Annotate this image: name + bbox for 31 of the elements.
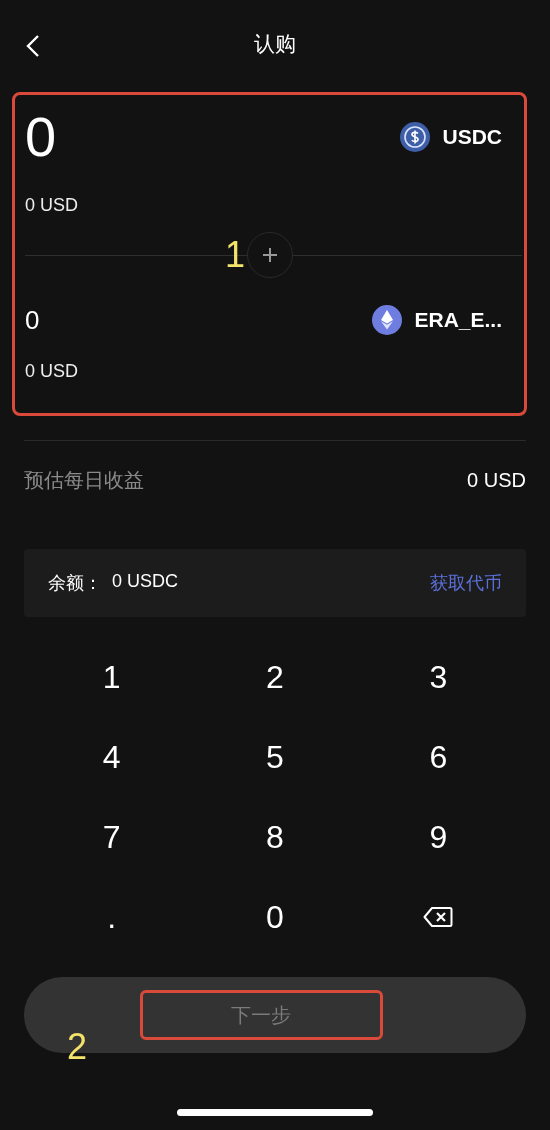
keypad-key[interactable]: 4 xyxy=(66,717,157,797)
balance-value: 0 USDC xyxy=(112,571,178,593)
balance-label: 余额： xyxy=(48,572,102,595)
usd-value: 0 USD xyxy=(25,195,79,216)
diamond-coin-icon xyxy=(372,305,403,335)
page-title: 认购 xyxy=(254,31,296,57)
backspace-icon xyxy=(423,906,454,928)
keypad-key[interactable]: 5 xyxy=(230,717,320,797)
keypad-key[interactable]: 9 xyxy=(393,797,484,877)
keypad-key[interactable]: 2 xyxy=(230,637,320,717)
keypad-key[interactable]: 8 xyxy=(230,797,320,877)
estimate-label: 预估每日收益 xyxy=(24,467,144,493)
amount-input[interactable]: 0 xyxy=(25,109,57,165)
plus-icon xyxy=(262,248,277,262)
back-chevron-icon xyxy=(26,34,40,58)
annotation-number: 1 xyxy=(225,237,246,273)
get-tokens-link[interactable]: 获取代币 xyxy=(430,571,502,595)
token-symbol[interactable]: USDC xyxy=(442,125,502,149)
keypad-key[interactable]: 0 xyxy=(230,877,320,957)
usd-value: 0 USD xyxy=(25,361,79,382)
keypad-key[interactable]: 1 xyxy=(66,637,157,717)
add-button[interactable] xyxy=(246,232,293,278)
annotation-number: 2 xyxy=(67,1029,88,1065)
amount-input[interactable]: 0 xyxy=(25,307,40,333)
keypad-key[interactable]: 7 xyxy=(66,797,157,877)
keypad-key[interactable]: . xyxy=(66,877,157,957)
estimate-value: 0 USD xyxy=(467,468,526,492)
token-symbol[interactable]: ERA_E... xyxy=(414,308,502,332)
keypad-key[interactable]: 3 xyxy=(393,637,484,717)
keypad-key[interactable]: 6 xyxy=(393,717,484,797)
dollar-coin-icon xyxy=(400,122,431,152)
